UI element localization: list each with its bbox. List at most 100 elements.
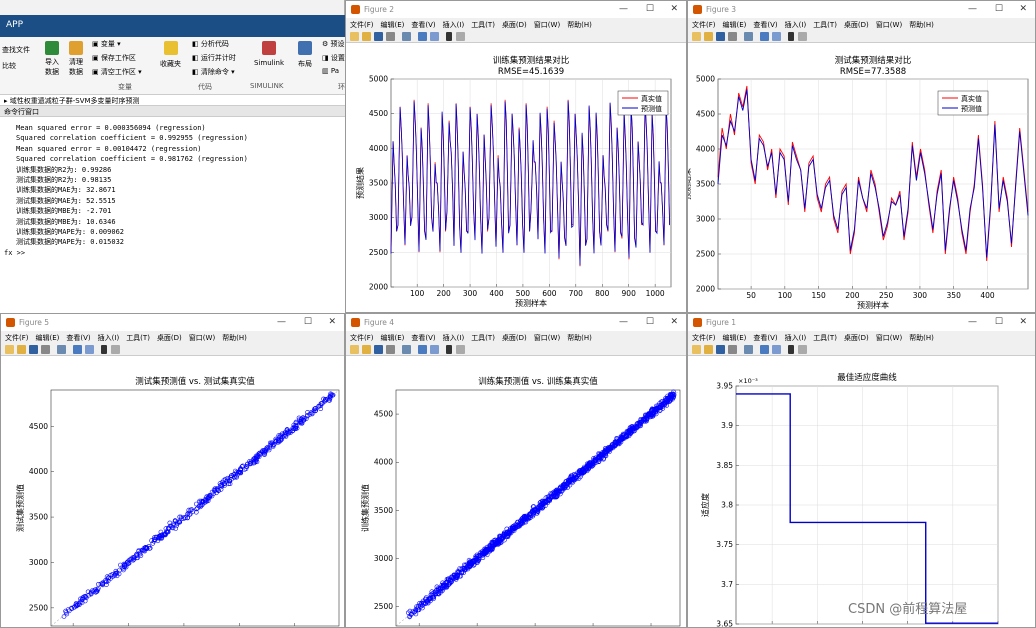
maximize-button[interactable]: ☐	[995, 317, 1003, 327]
menu-file[interactable]: 文件(F)	[5, 334, 29, 342]
clean-label[interactable]: 清理	[69, 57, 83, 67]
new-figure-icon[interactable]	[692, 345, 701, 354]
new-figure-icon[interactable]	[692, 32, 701, 41]
property-editor-icon[interactable]	[456, 345, 465, 354]
print-icon[interactable]	[41, 345, 50, 354]
property-editor-icon[interactable]	[456, 32, 465, 41]
colorbar-icon[interactable]	[418, 32, 427, 41]
menu-file[interactable]: 文件(F)	[692, 334, 716, 342]
menu-desktop[interactable]: 桌面(D)	[502, 334, 527, 342]
legend-icon[interactable]	[85, 345, 94, 354]
menu-file[interactable]: 文件(F)	[350, 21, 374, 29]
compare-button[interactable]: 比较	[2, 61, 16, 71]
save-icon[interactable]	[716, 32, 725, 41]
clear-commands-button[interactable]: ◧ 清除命令 ▾	[192, 67, 235, 77]
import-label[interactable]: 导入	[45, 57, 59, 67]
menu-window[interactable]: 窗口(W)	[876, 334, 902, 342]
maximize-button[interactable]: ☐	[304, 317, 312, 327]
save-icon[interactable]	[374, 32, 383, 41]
settings-button[interactable]: ◨ 设置	[322, 53, 345, 63]
minimize-button[interactable]: —	[277, 317, 286, 327]
menu-help[interactable]: 帮助(H)	[567, 334, 592, 342]
menu-view[interactable]: 查看(V)	[411, 334, 435, 342]
new-figure-icon[interactable]	[350, 345, 359, 354]
current-folder-bar[interactable]: ▸ 域性权重遗减粒子群-SVM多变量时序预测	[0, 95, 345, 106]
colorbar-icon[interactable]	[418, 345, 427, 354]
menu-desktop[interactable]: 桌面(D)	[157, 334, 182, 342]
clean-data-icon[interactable]	[69, 41, 83, 55]
legend-icon[interactable]	[772, 32, 781, 41]
clean-label-2[interactable]: 数据	[69, 67, 83, 77]
open-file-icon[interactable]	[704, 32, 713, 41]
menu-insert[interactable]: 插入(I)	[98, 334, 120, 342]
command-prompt[interactable]: fx >>	[4, 248, 345, 258]
menu-tools[interactable]: 工具(T)	[813, 334, 837, 342]
property-editor-icon[interactable]	[798, 345, 807, 354]
parallel-button[interactable]: ▥ Pa	[322, 67, 339, 75]
menu-window[interactable]: 窗口(W)	[876, 21, 902, 29]
menu-insert[interactable]: 插入(I)	[785, 334, 807, 342]
favorites-icon[interactable]	[164, 41, 178, 55]
save-icon[interactable]	[716, 345, 725, 354]
menu-file[interactable]: 文件(F)	[350, 334, 374, 342]
pointer-icon[interactable]	[446, 345, 452, 354]
link-icon[interactable]	[744, 345, 753, 354]
legend-icon[interactable]	[772, 345, 781, 354]
menu-window[interactable]: 窗口(W)	[189, 334, 215, 342]
legend-icon[interactable]	[430, 345, 439, 354]
menu-insert[interactable]: 插入(I)	[785, 21, 807, 29]
menu-desktop[interactable]: 桌面(D)	[844, 334, 869, 342]
link-icon[interactable]	[402, 345, 411, 354]
menu-insert[interactable]: 插入(I)	[443, 21, 465, 29]
colorbar-icon[interactable]	[760, 345, 769, 354]
close-button[interactable]: ✕	[670, 4, 678, 14]
pointer-icon[interactable]	[446, 32, 452, 41]
new-figure-icon[interactable]	[350, 32, 359, 41]
menu-view[interactable]: 查看(V)	[753, 21, 777, 29]
simulink-label[interactable]: Simulink	[254, 59, 284, 67]
run-and-time-button[interactable]: ◧ 运行并计时	[192, 53, 236, 63]
close-button[interactable]: ✕	[1019, 4, 1027, 14]
menu-edit[interactable]: 编辑(E)	[36, 334, 60, 342]
import-data-icon[interactable]	[45, 41, 59, 55]
menu-tools[interactable]: 工具(T)	[471, 21, 495, 29]
close-button[interactable]: ✕	[328, 317, 336, 327]
plot-area[interactable]: 50 100 150 200 250 300 350 400 2000 2500 3000 3500 4…	[688, 43, 1035, 312]
plot-area[interactable]: 2500300035004000450025003000350040004500…	[346, 356, 686, 627]
minimize-button[interactable]: —	[619, 317, 628, 327]
variable-button[interactable]: ▣ 变量 ▾	[92, 39, 121, 49]
colorbar-icon[interactable]	[760, 32, 769, 41]
favorites-label[interactable]: 收藏夹	[160, 59, 181, 69]
menu-window[interactable]: 窗口(W)	[534, 21, 560, 29]
menu-file[interactable]: 文件(F)	[692, 21, 716, 29]
pointer-icon[interactable]	[101, 345, 107, 354]
layout-icon[interactable]	[298, 41, 312, 55]
open-file-icon[interactable]	[362, 32, 371, 41]
maximize-button[interactable]: ☐	[646, 4, 654, 14]
open-file-icon[interactable]	[362, 345, 371, 354]
clear-workspace-button[interactable]: ▣ 清空工作区 ▾	[92, 67, 142, 77]
open-file-icon[interactable]	[17, 345, 26, 354]
legend-icon[interactable]	[430, 32, 439, 41]
menu-help[interactable]: 帮助(H)	[222, 334, 247, 342]
link-icon[interactable]	[744, 32, 753, 41]
new-figure-icon[interactable]	[5, 345, 14, 354]
menu-edit[interactable]: 编辑(E)	[723, 21, 747, 29]
save-icon[interactable]	[29, 345, 38, 354]
maximize-button[interactable]: ☐	[995, 4, 1003, 14]
menu-view[interactable]: 查看(V)	[411, 21, 435, 29]
close-button[interactable]: ✕	[1019, 317, 1027, 327]
pointer-icon[interactable]	[788, 345, 794, 354]
minimize-button[interactable]: —	[968, 4, 977, 14]
maximize-button[interactable]: ☐	[646, 317, 654, 327]
plot-area[interactable]: 100 200 300 400 500 600 700 800 900 1000 2000 2500 3…	[346, 43, 686, 312]
menu-help[interactable]: 帮助(H)	[567, 21, 592, 29]
menu-edit[interactable]: 编辑(E)	[381, 334, 405, 342]
plot-area[interactable]: 2500300035004000450025003000350040004500…	[1, 356, 344, 627]
menu-tools[interactable]: 工具(T)	[471, 334, 495, 342]
menu-view[interactable]: 查看(V)	[66, 334, 90, 342]
menu-tools[interactable]: 工具(T)	[126, 334, 150, 342]
print-icon[interactable]	[728, 32, 737, 41]
find-files-button[interactable]: 查找文件	[2, 45, 30, 55]
menu-help[interactable]: 帮助(H)	[909, 334, 934, 342]
